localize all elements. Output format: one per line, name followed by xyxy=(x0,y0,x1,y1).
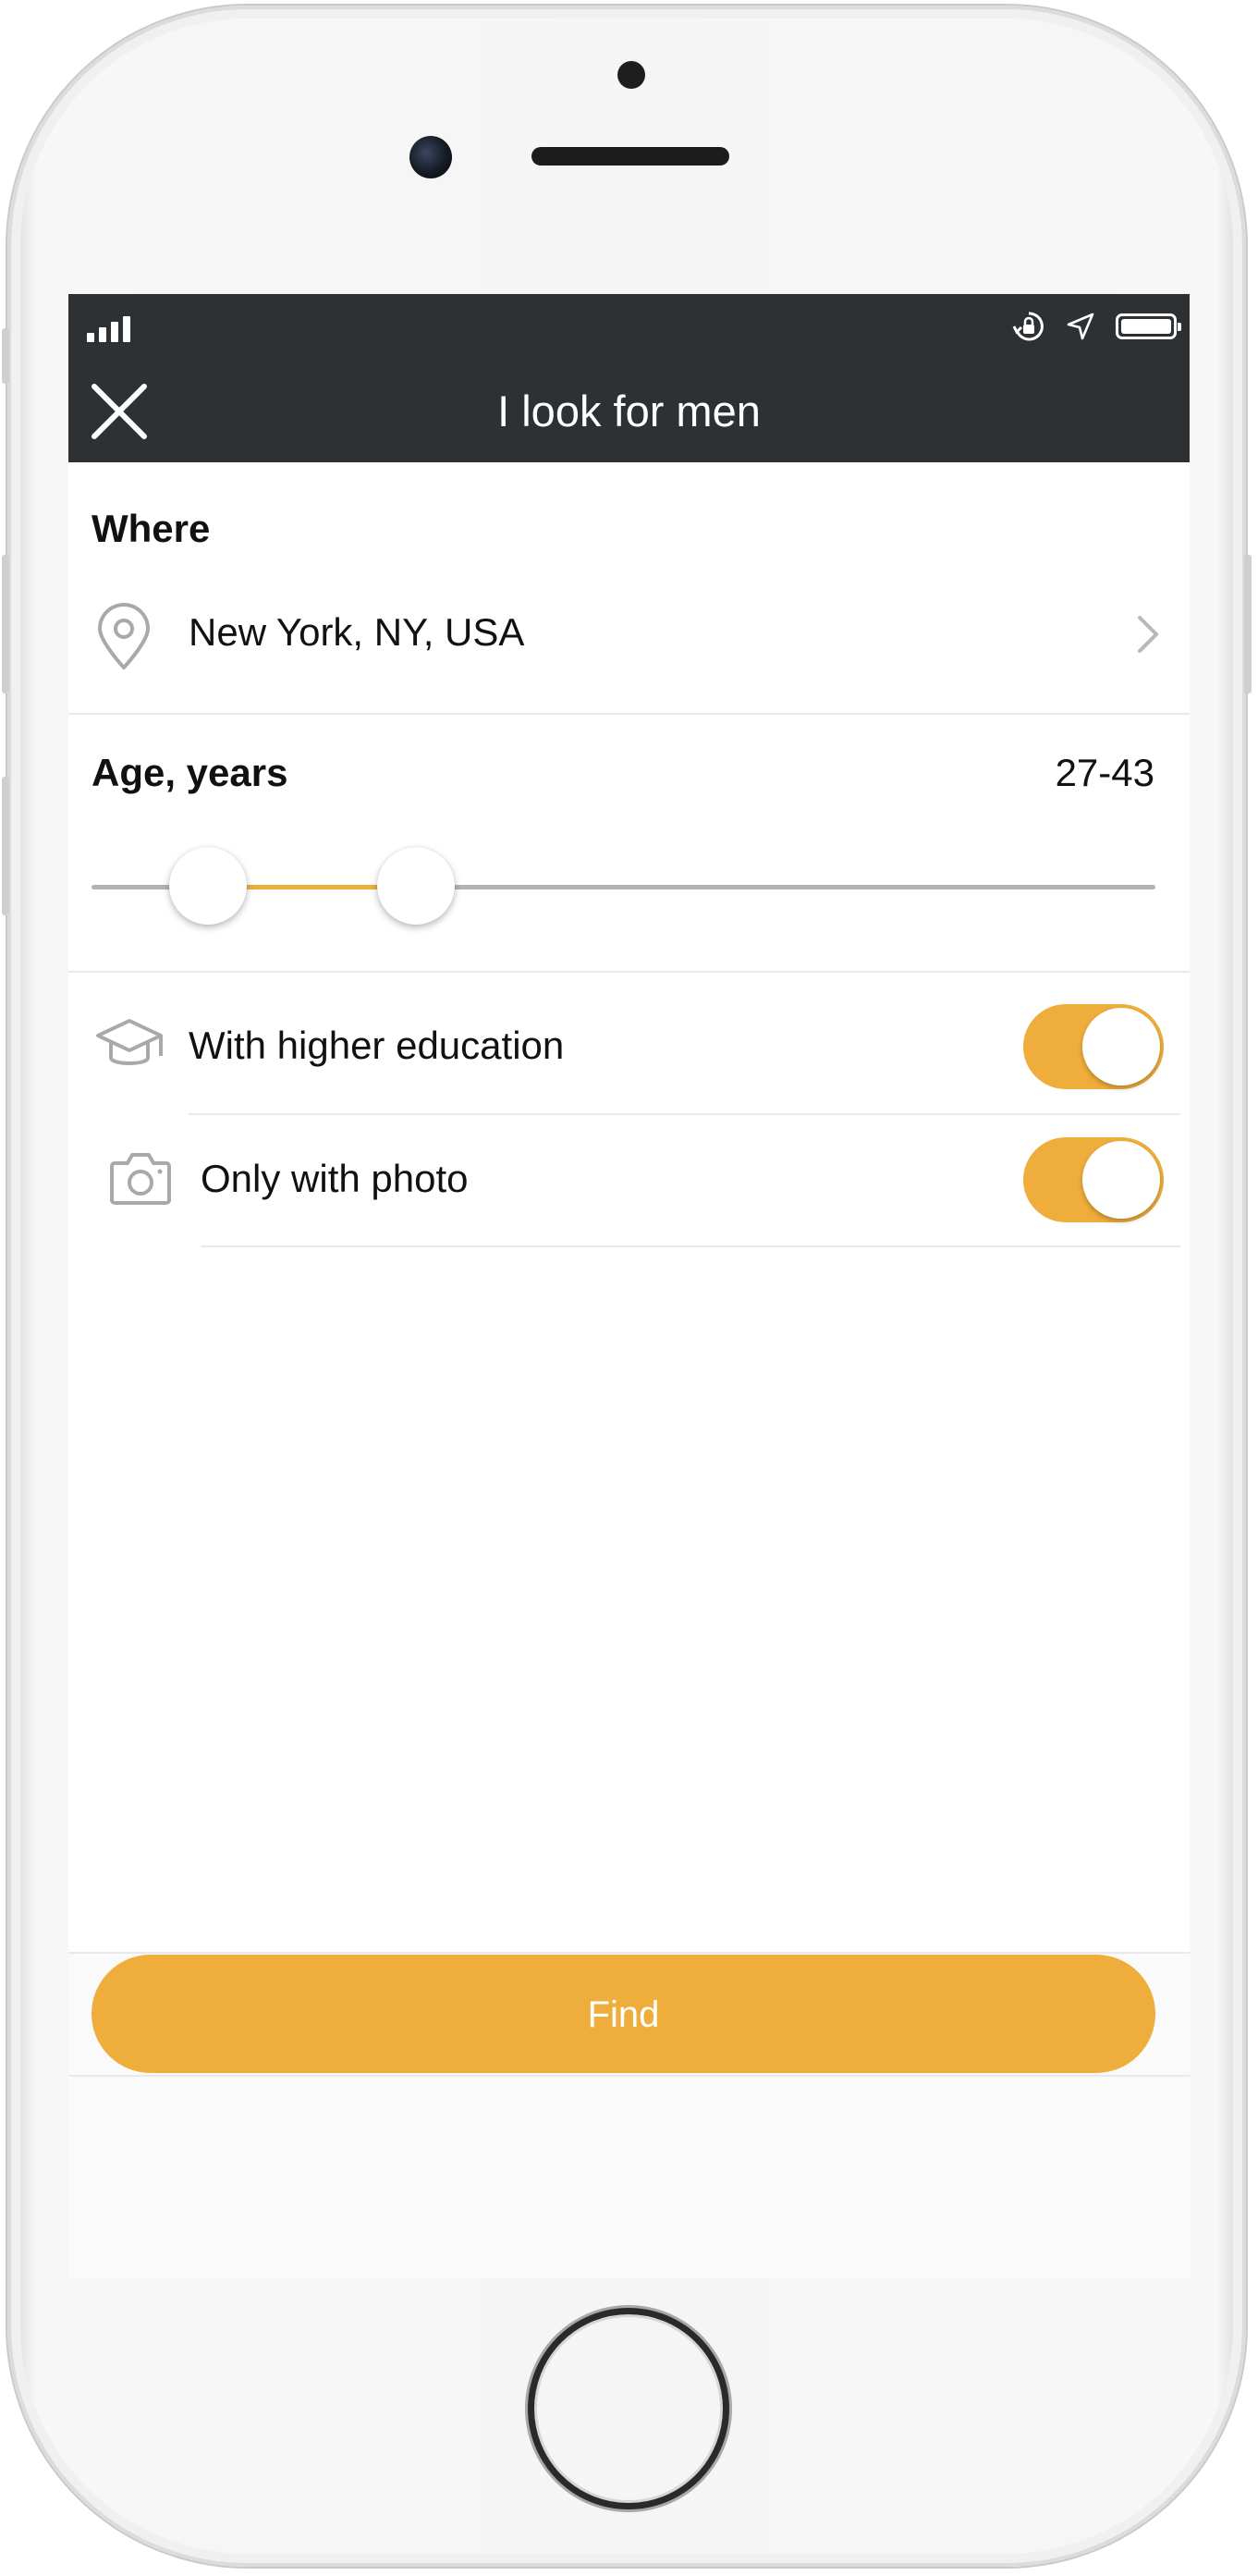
filter-label: Only with photo xyxy=(201,1157,469,1200)
home-button[interactable] xyxy=(528,2308,729,2509)
location-selector[interactable]: New York, NY, USA xyxy=(68,573,1190,692)
power-button xyxy=(1244,555,1252,693)
divider xyxy=(68,713,1190,715)
where-label: Where xyxy=(92,507,211,550)
photo-toggle[interactable] xyxy=(1023,1137,1164,1222)
camera-icon xyxy=(110,1153,171,1205)
age-range-value: 27-43 xyxy=(1055,751,1154,794)
mute-switch xyxy=(2,328,9,384)
divider xyxy=(68,2075,1190,2077)
education-toggle[interactable] xyxy=(1023,1004,1164,1089)
page-title: I look for men xyxy=(497,386,761,435)
chevron-right-icon xyxy=(1138,616,1158,653)
earpiece-speaker xyxy=(531,147,729,166)
age-label: Age, years xyxy=(92,751,288,794)
app-screen: I look for men Where New York, NY, USA A… xyxy=(68,294,1190,2278)
status-icons xyxy=(1012,303,1181,350)
battery-icon xyxy=(1116,313,1181,339)
slider-thumb-max[interactable] xyxy=(376,847,455,925)
proximity-sensor xyxy=(617,61,645,89)
graduation-cap-icon xyxy=(96,1019,163,1065)
divider xyxy=(68,971,1190,973)
location-pin-icon xyxy=(98,603,150,669)
header-bar: I look for men xyxy=(68,361,1190,462)
filter-label: With higher education xyxy=(189,1024,565,1067)
location-icon xyxy=(1067,313,1094,340)
filter-row-photo: Only with photo xyxy=(68,1111,1190,1246)
signal-icon xyxy=(87,311,130,342)
location-value: New York, NY, USA xyxy=(189,610,525,654)
status-bar xyxy=(68,294,1190,361)
slider-thumb-min[interactable] xyxy=(169,847,248,925)
filter-row-education: With higher education xyxy=(68,978,1190,1113)
volume-down-button xyxy=(2,777,9,915)
front-camera xyxy=(409,136,452,178)
divider xyxy=(68,1952,1190,1954)
volume-up-button xyxy=(2,555,9,693)
find-button[interactable]: Find xyxy=(92,1955,1155,2073)
divider xyxy=(201,1245,1180,1247)
toggle-knob xyxy=(1082,1141,1160,1219)
toggle-knob xyxy=(1082,1008,1160,1086)
orientation-lock-icon xyxy=(1012,312,1044,341)
age-range-slider[interactable] xyxy=(92,847,1155,932)
